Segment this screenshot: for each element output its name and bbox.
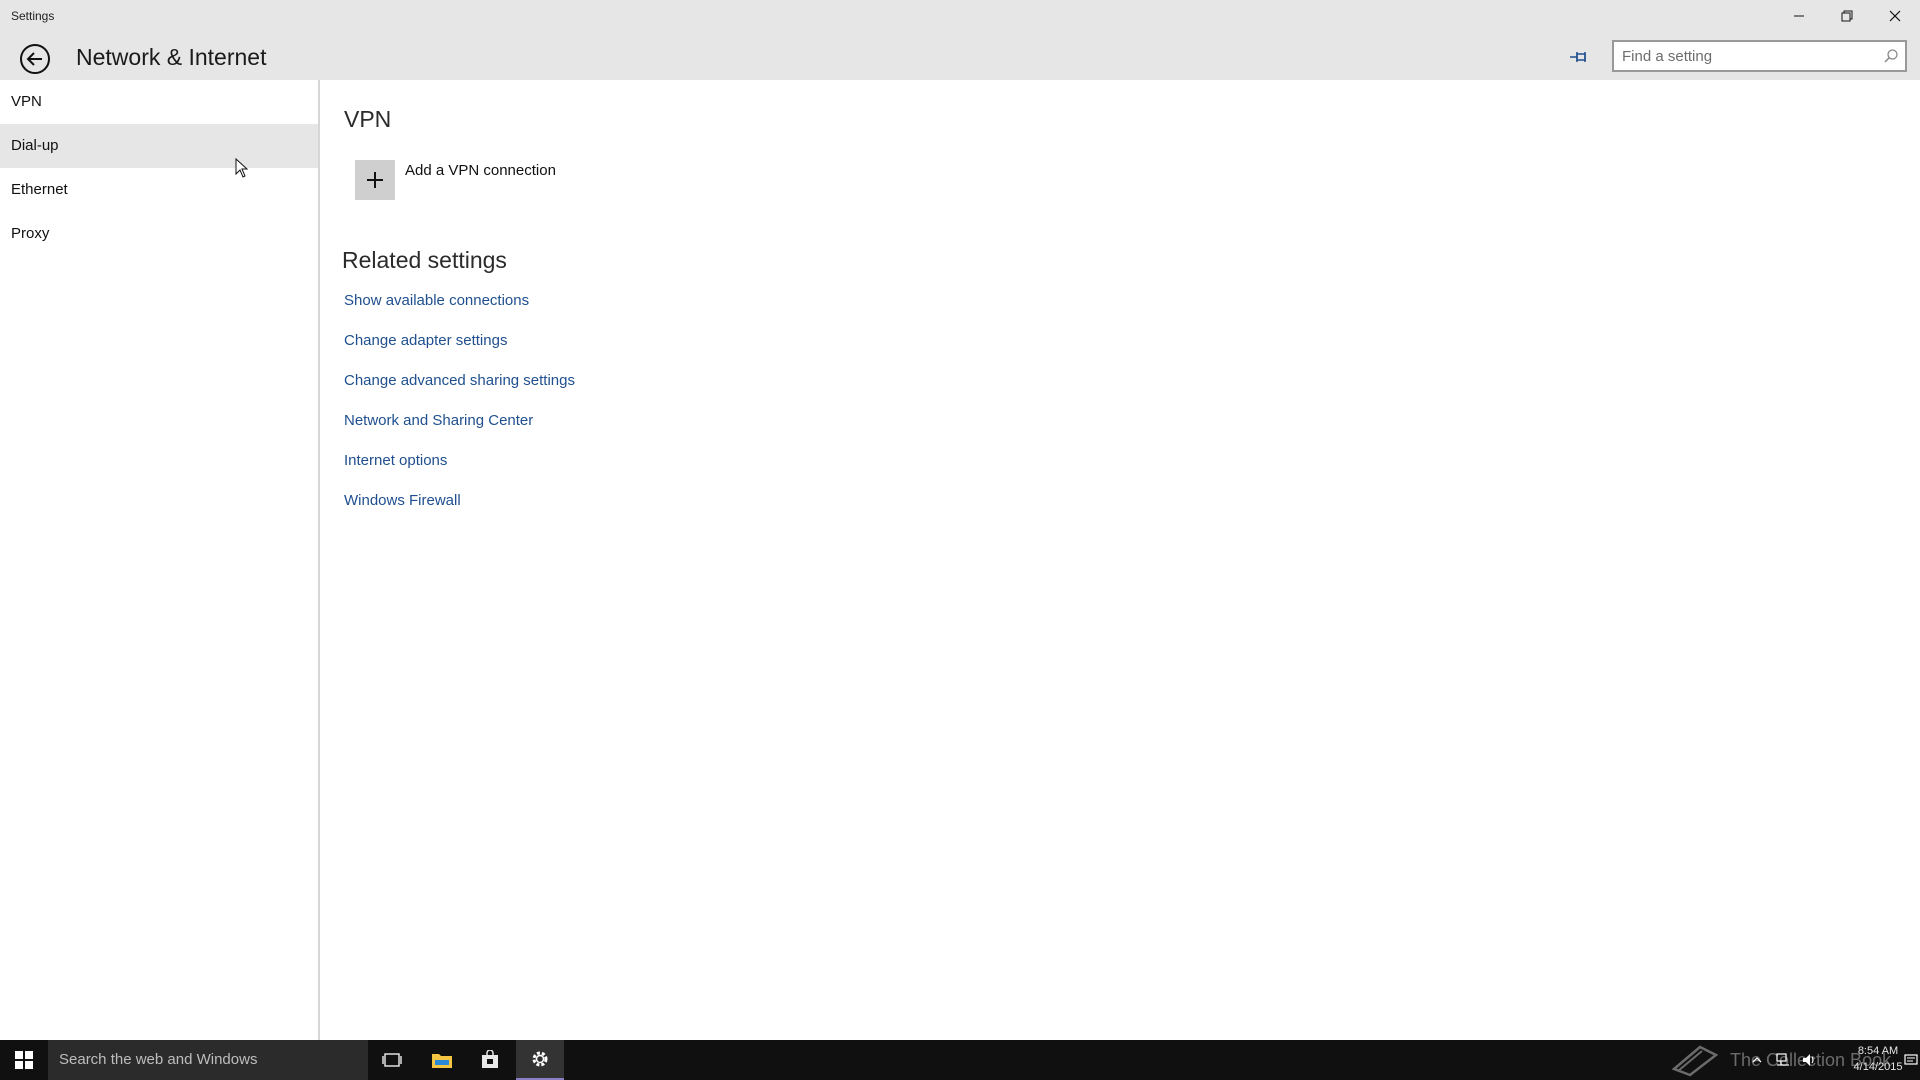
add-vpn-connection-button[interactable]: Add a VPN connection <box>355 160 556 200</box>
link-internet-options[interactable]: Internet options <box>344 452 575 492</box>
minimize-button[interactable] <box>1776 0 1822 32</box>
file-explorer-icon <box>432 1054 452 1068</box>
file-explorer-button[interactable] <box>418 1040 466 1080</box>
back-button[interactable] <box>18 42 52 76</box>
link-change-adapter-settings[interactable]: Change adapter settings <box>344 332 575 372</box>
settings-gear-icon <box>532 1051 548 1067</box>
main-content: VPN Add a VPN connection Related setting… <box>322 80 1920 1040</box>
sidebar: VPN Dial-up Ethernet Proxy <box>0 80 320 1040</box>
restore-button[interactable] <box>1824 0 1870 32</box>
link-change-advanced-sharing-settings[interactable]: Change advanced sharing settings <box>344 372 575 412</box>
find-setting-search[interactable] <box>1612 40 1907 72</box>
book-icon <box>1671 1045 1719 1077</box>
chevron-up-icon <box>1752 1057 1762 1063</box>
close-button[interactable] <box>1872 0 1918 32</box>
taskbar: Search the web and Windows The Collectio… <box>0 1040 1920 1080</box>
pin-icon <box>1570 52 1586 62</box>
minimize-icon <box>1794 15 1804 17</box>
action-center-icon <box>1904 1054 1918 1065</box>
plus-tile[interactable] <box>355 160 395 200</box>
app-title: Settings <box>11 9 55 23</box>
task-view-button[interactable] <box>368 1040 416 1080</box>
clock-time: 8:54 AM <box>1857 1045 1899 1057</box>
find-setting-input[interactable] <box>1614 42 1905 70</box>
clock-date: 4/14/2015 <box>1853 1061 1903 1073</box>
related-links: Show available connections Change adapte… <box>344 292 575 532</box>
show-hidden-icons-button[interactable] <box>1748 1051 1766 1069</box>
back-icon <box>20 44 50 74</box>
store-icon <box>482 1050 498 1068</box>
settings-app-button[interactable] <box>516 1040 564 1080</box>
sidebar-item-dial-up[interactable]: Dial-up <box>0 124 318 168</box>
action-center-button[interactable] <box>1902 1040 1920 1080</box>
sidebar-item-ethernet[interactable]: Ethernet <box>0 168 318 212</box>
related-settings-title: Related settings <box>342 247 507 273</box>
windows-logo-icon <box>15 1051 33 1069</box>
start-button[interactable] <box>0 1040 48 1080</box>
task-view-icon <box>382 1053 402 1067</box>
plus-icon <box>367 172 383 188</box>
search-icon[interactable] <box>1883 48 1899 64</box>
page-title: Network & Internet <box>76 44 267 70</box>
network-icon <box>1776 1053 1789 1066</box>
network-button[interactable] <box>1774 1051 1792 1069</box>
link-show-available-connections[interactable]: Show available connections <box>344 292 575 332</box>
volume-icon <box>1803 1054 1814 1066</box>
taskbar-search[interactable]: Search the web and Windows <box>48 1040 368 1080</box>
system-tray <box>1748 1040 1818 1080</box>
add-vpn-label: Add a VPN connection <box>405 162 556 179</box>
store-button[interactable] <box>466 1040 514 1080</box>
link-network-and-sharing-center[interactable]: Network and Sharing Center <box>344 412 575 452</box>
title-bar: Settings Network & Internet <box>0 0 1920 80</box>
section-title: VPN <box>344 106 392 132</box>
link-windows-firewall[interactable]: Windows Firewall <box>344 492 575 532</box>
close-icon <box>1889 10 1901 22</box>
taskbar-clock[interactable]: 8:54 AM 4/14/2015 <box>1848 1043 1908 1075</box>
restore-icon <box>1841 10 1853 22</box>
sidebar-item-vpn[interactable]: VPN <box>0 80 318 124</box>
mouse-cursor-icon <box>235 158 249 178</box>
pin-to-start-button[interactable] <box>1565 45 1593 69</box>
sidebar-item-proxy[interactable]: Proxy <box>0 212 318 256</box>
volume-button[interactable] <box>1800 1051 1818 1069</box>
